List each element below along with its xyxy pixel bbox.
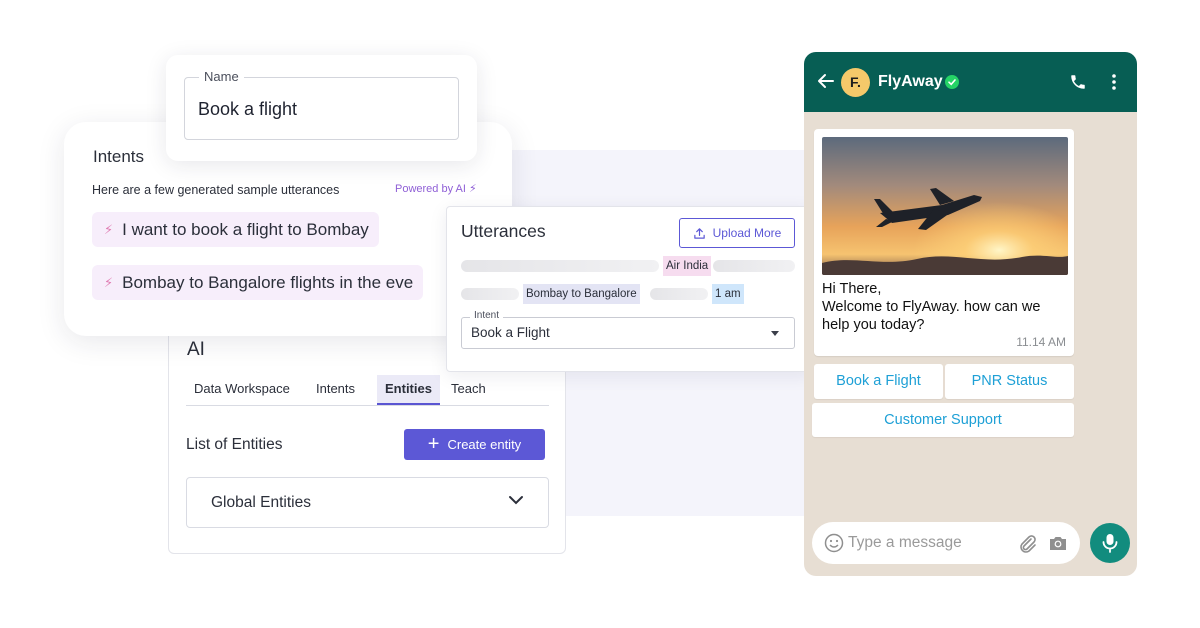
entity-tag[interactable]: Air India xyxy=(663,256,712,276)
placeholder-bar xyxy=(461,288,519,300)
intents-subtitle: Here are a few generated sample utteranc… xyxy=(92,183,340,197)
ai-tab-bar: Data Workspace Intents Entities Teach xyxy=(186,375,549,406)
powered-by-label: Powered by AI xyxy=(395,183,466,195)
quick-reply-pnr-status[interactable]: PNR Status xyxy=(945,364,1074,399)
message-input-placeholder: Type a message xyxy=(848,534,962,551)
name-field-label: Name xyxy=(199,69,244,84)
global-entities-label: Global Entities xyxy=(211,494,311,511)
create-entity-button[interactable]: + Create entity xyxy=(404,429,545,460)
placeholder-bar xyxy=(713,260,795,272)
tab-data-workspace[interactable]: Data Workspace xyxy=(186,375,298,403)
message-bubble: Hi There, Welcome to FlyAway. how can we… xyxy=(814,129,1074,356)
chat-header: F. FlyAway xyxy=(804,52,1137,112)
contact-name[interactable]: FlyAway xyxy=(878,73,943,91)
name-field-value: Book a flight xyxy=(198,99,298,119)
quick-reply-book-flight[interactable]: Book a Flight xyxy=(814,364,943,399)
message-line: Hi There, xyxy=(822,281,882,297)
message-input[interactable]: Type a message xyxy=(812,522,1080,564)
placeholder-bar xyxy=(461,260,659,272)
entity-tag[interactable]: Bombay to Bangalore xyxy=(523,284,640,304)
caret-down-icon xyxy=(771,331,779,336)
utterances-card: Utterances Upload More Air India Bombay … xyxy=(446,206,812,372)
message-line: Welcome to FlyAway. how can we xyxy=(822,299,1041,315)
bolt-icon: ⚡ xyxy=(469,183,477,195)
attachment-icon[interactable] xyxy=(1017,533,1037,553)
entity-tag[interactable]: 1 am xyxy=(712,284,744,304)
utterances-title: Utterances xyxy=(461,221,546,241)
utterance-text: Bombay to Bangalore flights in the eve xyxy=(122,272,414,292)
global-entities-accordion[interactable]: Global Entities xyxy=(186,477,549,528)
bolt-icon: ⚡ xyxy=(104,274,114,290)
powered-by-ai: Powered by AI ⚡ xyxy=(395,182,477,195)
whatsapp-chat: F. FlyAway Hi There, Welcome to FlyAway.… xyxy=(804,52,1137,576)
plus-icon: + xyxy=(427,432,440,455)
emoji-icon[interactable] xyxy=(824,533,844,553)
airplane-sunset-image xyxy=(822,137,1068,275)
camera-icon[interactable] xyxy=(1048,533,1068,553)
phone-icon[interactable] xyxy=(1069,73,1087,91)
message-text: Hi There, Welcome to FlyAway. how can we… xyxy=(822,280,1068,334)
microphone-button[interactable] xyxy=(1090,523,1130,563)
tab-entities[interactable]: Entities xyxy=(377,375,440,405)
intent-select-label: Intent xyxy=(470,310,504,321)
avatar[interactable]: F. xyxy=(841,68,870,97)
quick-reply-customer-support[interactable]: Customer Support xyxy=(812,403,1074,437)
back-arrow-icon[interactable] xyxy=(817,72,835,90)
message-line: help you today? xyxy=(822,317,925,333)
create-entity-label: Create entity xyxy=(447,437,522,452)
more-options-icon[interactable] xyxy=(1107,73,1121,91)
intents-title: Intents xyxy=(93,147,145,166)
upload-icon xyxy=(693,227,705,239)
message-timestamp: 11.14 AM xyxy=(1016,335,1066,349)
tab-teach[interactable]: Teach xyxy=(443,375,494,403)
microphone-icon xyxy=(1102,534,1118,553)
ai-title: AI xyxy=(187,339,205,360)
verified-badge-icon xyxy=(945,75,959,89)
upload-more-button[interactable]: Upload More xyxy=(679,218,795,248)
name-card: Name Book a flight xyxy=(166,55,477,161)
utterance-text: I want to book a flight to Bombay xyxy=(122,219,369,239)
utterance-chip[interactable]: ⚡ I want to book a flight to Bombay xyxy=(92,212,379,247)
intent-select-value: Book a Flight xyxy=(471,325,550,340)
placeholder-bar xyxy=(650,288,708,300)
list-of-entities-label: List of Entities xyxy=(186,436,283,453)
name-field[interactable]: Name Book a flight xyxy=(184,69,459,140)
upload-more-label: Upload More xyxy=(712,226,782,240)
utterance-chip[interactable]: ⚡ Bombay to Bangalore flights in the eve xyxy=(92,265,424,300)
chevron-down-icon xyxy=(509,496,523,505)
bolt-icon: ⚡ xyxy=(104,221,114,237)
intent-select[interactable]: Intent Book a Flight xyxy=(461,310,795,349)
tab-intents[interactable]: Intents xyxy=(308,375,363,403)
